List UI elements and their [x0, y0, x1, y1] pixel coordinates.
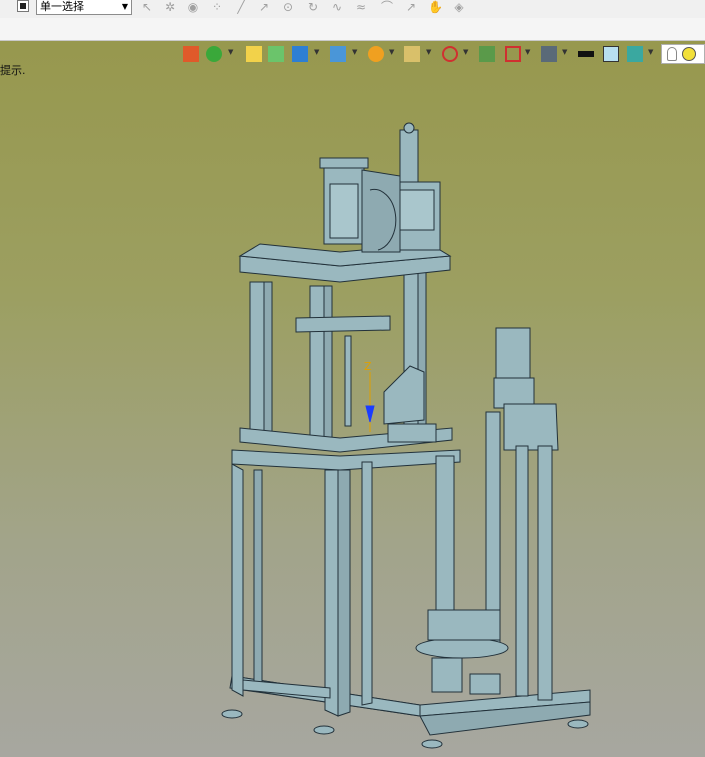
svg-text:Z: Z [364, 360, 372, 373]
cyan-square-icon[interactable] [603, 46, 619, 62]
stop-icon[interactable] [17, 0, 29, 12]
machine-model[interactable]: Z [0, 41, 705, 757]
line-icon[interactable]: ╱ [234, 0, 248, 14]
zoom-icon[interactable] [404, 46, 420, 62]
layer-stack-icon[interactable] [627, 46, 643, 62]
black-rect-icon[interactable] [578, 51, 594, 57]
axis-icon[interactable] [442, 46, 458, 62]
monitor-icon[interactable] [541, 46, 557, 62]
chevron-down-icon[interactable]: ▼ [426, 48, 431, 56]
curve-icon[interactable]: ∿ [330, 0, 344, 14]
chevron-down-icon[interactable]: ▼ [314, 48, 319, 56]
select-cursor-icon[interactable]: ↖ [140, 0, 154, 14]
top-toolbar: 单一选择 ▼ ↖ ✲ ◉ ⁘ ╱ ↗ ⊙ ↻ ∿ ≈ ⌒ ↗ ✋ ◈ [0, 0, 705, 19]
rotate-icon[interactable]: ↻ [306, 0, 320, 14]
frame-icon[interactable] [479, 46, 495, 62]
hand-icon[interactable]: ✋ [428, 0, 443, 14]
command-strip: + [0, 18, 705, 54]
layers-icon[interactable]: ◈ [452, 0, 466, 14]
chevron-down-icon[interactable]: ▼ [228, 48, 233, 56]
section-icon[interactable] [330, 46, 346, 62]
chevron-down-icon[interactable]: ▼ [648, 48, 653, 56]
bulb-icon[interactable] [667, 47, 677, 61]
chevron-down-icon: ▼ [121, 2, 128, 11]
graphics-viewport[interactable]: Z [0, 41, 705, 757]
chevron-down-icon[interactable]: ▼ [562, 48, 567, 56]
selection-mode-dropdown[interactable]: 单一选择 ▼ [36, 0, 132, 15]
arrow-tool-icon[interactable]: ↗ [404, 0, 418, 14]
orange-sphere-icon[interactable] [368, 46, 384, 62]
dimension-icon[interactable] [505, 46, 521, 62]
arc-icon[interactable]: ⌒ [380, 0, 394, 14]
cube-view-icon[interactable] [292, 46, 308, 62]
render-icon[interactable] [206, 46, 222, 62]
chevron-down-icon[interactable]: ▼ [525, 48, 530, 56]
import-icon[interactable] [183, 46, 199, 62]
gear-icon[interactable]: ✲ [163, 0, 177, 14]
chevron-down-icon[interactable]: ▼ [463, 48, 468, 56]
circle-icon[interactable]: ⊙ [281, 0, 295, 14]
point-icon[interactable]: ⁘ [210, 0, 224, 14]
box-icon[interactable] [268, 46, 284, 62]
light-panel[interactable] [661, 44, 705, 64]
motion-icon[interactable]: ◉ [186, 0, 200, 14]
highlight-icon[interactable] [246, 46, 262, 62]
hint-text: 提示. [0, 64, 26, 77]
chevron-down-icon[interactable]: ▼ [389, 48, 394, 56]
light-icon[interactable] [682, 47, 696, 61]
selection-mode-value: 单一选择 [40, 0, 84, 13]
leg [231, 463, 244, 697]
chevron-down-icon[interactable]: ▼ [352, 48, 357, 56]
arrow-icon[interactable]: ↗ [257, 0, 271, 14]
wave-icon[interactable]: ≈ [354, 0, 368, 14]
